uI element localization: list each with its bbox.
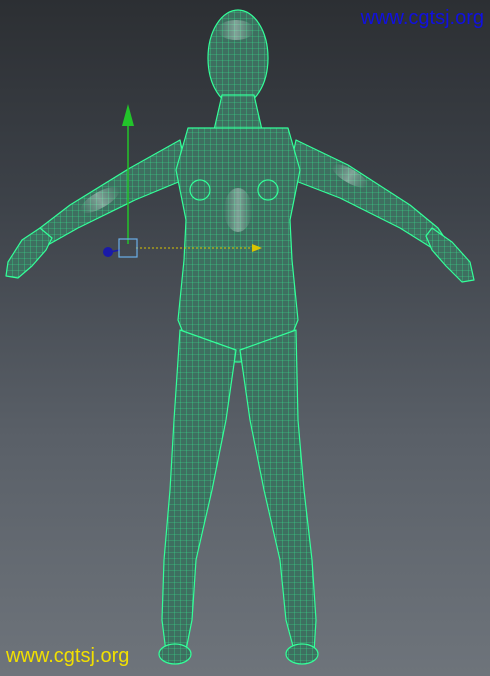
model-hand-right (425, 227, 475, 283)
model-neck (213, 94, 263, 131)
maya-viewport[interactable]: www.cgtsj.org www.cgtsj.org (0, 0, 490, 676)
watermark-bottom: www.cgtsj.org (6, 645, 130, 667)
model-chest-left (189, 179, 211, 201)
model-foot-right (285, 643, 319, 665)
model-leg-right (239, 329, 317, 653)
manipulator-z-handle[interactable] (103, 247, 113, 257)
viewport-scene (5, 9, 475, 665)
wireframe-human-model[interactable] (5, 9, 475, 665)
model-foot-left (158, 643, 192, 665)
model-hand-left (5, 227, 53, 279)
model-torso (175, 127, 301, 363)
watermark-top: www.cgtsj.org (360, 7, 484, 29)
model-leg-left (161, 329, 237, 653)
manipulator-y-arrow[interactable] (122, 104, 134, 126)
model-arm-right (287, 139, 447, 249)
model-chest-right (257, 179, 279, 201)
